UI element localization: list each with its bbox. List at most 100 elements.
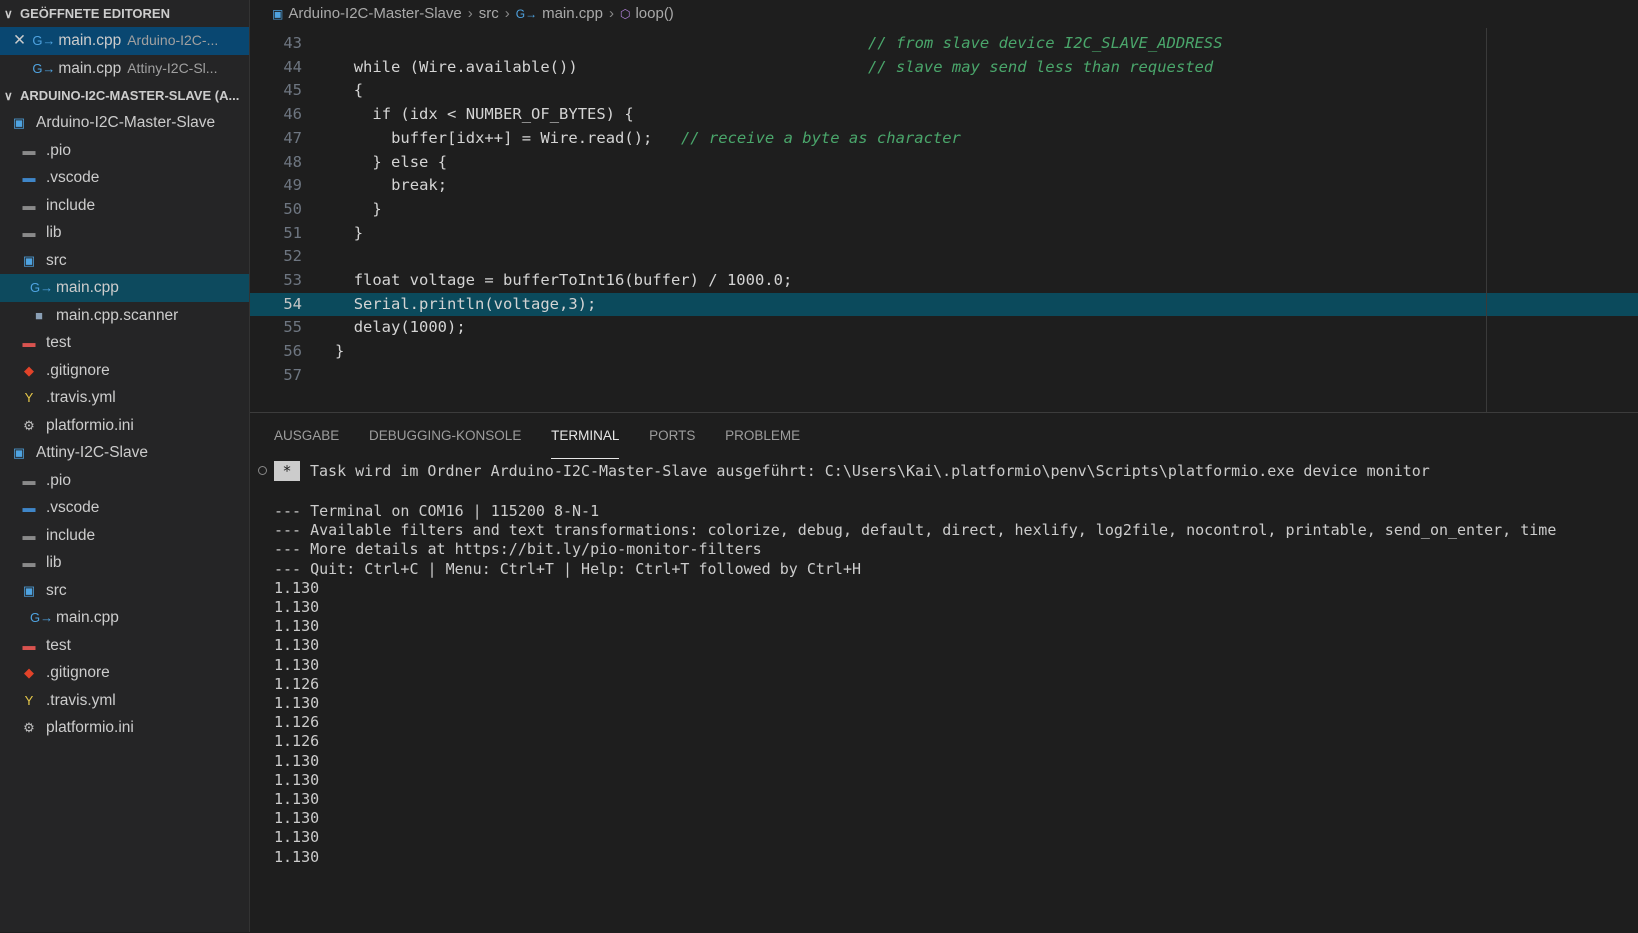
- tree-item[interactable]: ▬ .vscode: [0, 164, 249, 192]
- tab-debugging-konsole[interactable]: DEBUGGING-KONSOLE: [369, 413, 521, 459]
- tree-item-label: main.cpp: [56, 609, 119, 626]
- tab-ports[interactable]: PORTS: [649, 413, 695, 459]
- line-number: 45: [283, 81, 302, 100]
- tree-item[interactable]: ▬ .pio: [0, 137, 249, 165]
- tree-item[interactable]: ▬ lib: [0, 549, 249, 577]
- open-editor-item-2[interactable]: G→ main.cpp Attiny-I2C-Sl...: [0, 55, 249, 83]
- code-editor[interactable]: 43 // from slave device I2C_SLAVE_ADDRESS…: [250, 28, 1638, 412]
- tree-item[interactable]: ■ main.cpp.scanner: [0, 302, 249, 330]
- code-line[interactable]: 57: [250, 364, 1638, 388]
- breadcrumb: ▣ Arduino-I2C-Master-Slave › src › G→ main.cpp…: [250, 0, 1638, 28]
- tree-item-label: src: [46, 581, 67, 599]
- code-line[interactable]: 54 Serial.println(voltage,3);: [250, 292, 1638, 317]
- folder-icon: ▬: [22, 555, 36, 570]
- code-line[interactable]: 56}: [250, 340, 1638, 364]
- code-line[interactable]: 44 while (Wire.available()) // slave may s…: [250, 56, 1638, 80]
- tab-probleme[interactable]: PROBLEME: [725, 413, 800, 459]
- tree-item[interactable]: ⚙ platformio.ini: [0, 412, 249, 440]
- tree-item[interactable]: G→ main.cpp: [0, 604, 249, 632]
- tree-item-label: .vscode: [46, 169, 100, 186]
- tree-item[interactable]: G→ main.cpp: [0, 274, 249, 302]
- open-editor-item-1[interactable]: ✕ G→ main.cpp Arduino-I2C-...: [0, 27, 249, 55]
- code-text: {: [353, 81, 364, 100]
- breadcrumb-symbol[interactable]: loop(): [635, 5, 673, 22]
- code-line[interactable]: 52: [250, 245, 1638, 269]
- tree-item[interactable]: ▬ include: [0, 522, 249, 550]
- code-line[interactable]: 50}: [250, 198, 1638, 222]
- code-line[interactable]: 55 delay(1000);: [250, 316, 1638, 340]
- tree-item[interactable]: ▣ src: [0, 247, 249, 275]
- tree-item[interactable]: ▬ .pio: [0, 467, 249, 495]
- code-text: while (Wire.available()): [353, 57, 578, 76]
- line-number: 53: [283, 271, 302, 289]
- workspace-header[interactable]: ∨ ARDUINO-I2C-MASTER-SLAVE (A...: [0, 82, 249, 109]
- breadcrumb-folder[interactable]: Arduino-I2C-Master-Slave: [288, 5, 461, 22]
- tree-item[interactable]: ◆ .gitignore: [0, 659, 249, 687]
- line-number: 55: [283, 318, 302, 337]
- code-line[interactable]: 47 buffer[idx++] = Wire.read(); // receive…: [250, 127, 1638, 151]
- tree-item-label: .pio: [46, 141, 71, 159]
- tree-item[interactable]: ▬ .vscode: [0, 494, 249, 522]
- code-line[interactable]: 43 // from slave device I2C_SLAVE_ADDRESS: [250, 32, 1638, 56]
- terminal-output-line: 1.130: [274, 809, 320, 828]
- tree-item[interactable]: ◆ .gitignore: [0, 357, 249, 385]
- code-text: Serial.println(voltage,3);: [353, 294, 597, 313]
- open-editors-header[interactable]: ∨ GEÖFFNETE EDITOREN: [0, 0, 249, 27]
- terminal-info-line: --- More details at https://bit.ly/pio-m…: [274, 540, 762, 559]
- terminal-output-line: 1.130: [274, 598, 320, 616]
- file-icon: ■: [35, 307, 43, 323]
- task-text: Task wird im Ordner Arduino-I2C-Master-S…: [310, 462, 1430, 480]
- code-line[interactable]: 49 break;: [250, 174, 1638, 198]
- explorer-sidebar: ∨ GEÖFFNETE EDITOREN ✕ G→ main.cpp Arduino-…: [0, 0, 250, 932]
- workspace-folder-icon: ▣: [12, 115, 26, 130]
- tree-item[interactable]: ▬ test: [0, 632, 249, 660]
- code-line[interactable]: 46 if (idx < NUMBER_OF_BYTES) {: [250, 103, 1638, 127]
- close-icon[interactable]: ✕: [0, 27, 26, 55]
- code-text: delay(1000);: [353, 318, 466, 337]
- code-line[interactable]: 53 float voltage = bufferToInt16(buffer) …: [250, 269, 1638, 293]
- chevron-down-icon: ∨: [4, 7, 13, 21]
- workspace-title: ARDUINO-I2C-MASTER-SLAVE (A...: [20, 88, 240, 103]
- src-folder-icon: ▣: [22, 582, 36, 598]
- line-number: 46: [283, 105, 302, 124]
- tree-item[interactable]: ▣ Attiny-I2C-Slave: [0, 439, 249, 467]
- breadcrumb-dir[interactable]: src: [479, 5, 499, 22]
- tree-item-label: .vscode: [46, 499, 100, 516]
- tree-item[interactable]: ▬ include: [0, 192, 249, 220]
- yaml-icon: Y: [24, 390, 34, 405]
- folder-icon: ▬: [22, 142, 36, 158]
- code-line[interactable]: 48} else {: [250, 151, 1638, 175]
- tree-item[interactable]: Y .travis.yml: [0, 384, 249, 412]
- tree-item[interactable]: Y .travis.yml: [0, 687, 249, 715]
- tree-item[interactable]: ▣ src: [0, 577, 249, 605]
- terminal-output-line: 1.130: [274, 617, 320, 636]
- gear-icon: ⚙: [23, 417, 35, 433]
- terminal-output-line: 1.126: [274, 674, 320, 693]
- tab-terminal[interactable]: TERMINAL: [551, 414, 620, 459]
- line-number: 51: [283, 223, 302, 242]
- tree-item-label: test: [46, 636, 71, 654]
- tree-item[interactable]: ▬ lib: [0, 219, 249, 247]
- panel-tabs: AUSGABE DEBUGGING-KONSOLE TERMINAL PORTS…: [250, 413, 1638, 459]
- breadcrumb-file[interactable]: main.cpp: [542, 5, 603, 22]
- tree-item-label: Arduino-I2C-Master-Slave: [36, 114, 216, 131]
- open-editors-title: GEÖFFNETE EDITOREN: [20, 6, 170, 21]
- tree-item-label: include: [46, 196, 96, 214]
- code-line[interactable]: 51}: [250, 222, 1638, 246]
- terminal-output[interactable]: * Task wird im Ordner Arduino-I2C-Master-…: [250, 459, 1638, 933]
- git-icon: ◆: [24, 362, 34, 378]
- tree-item[interactable]: ▬ test: [0, 329, 249, 357]
- code-line[interactable]: 45 {: [250, 79, 1638, 103]
- vscode-folder-icon: ▬: [22, 170, 36, 185]
- cpp-file-icon: G→: [515, 7, 538, 21]
- code-text: if (idx < NUMBER_OF_BYTES) {: [372, 105, 634, 124]
- open-editor-desc: Arduino-I2C-...: [127, 32, 219, 48]
- terminal-output-line: 1.126: [274, 732, 320, 751]
- tab-ausgabe[interactable]: AUSGABE: [274, 413, 339, 459]
- tree-item-label: platformio.ini: [46, 719, 134, 736]
- folder-icon: ▬: [22, 197, 36, 213]
- task-line: * Task wird im Ordner Arduino-I2C-Master-…: [274, 461, 1430, 481]
- tree-item[interactable]: ▣ Arduino-I2C-Master-Slave: [0, 109, 249, 137]
- terminal-output-line: 1.130: [274, 694, 320, 712]
- tree-item[interactable]: ⚙ platformio.ini: [0, 714, 249, 742]
